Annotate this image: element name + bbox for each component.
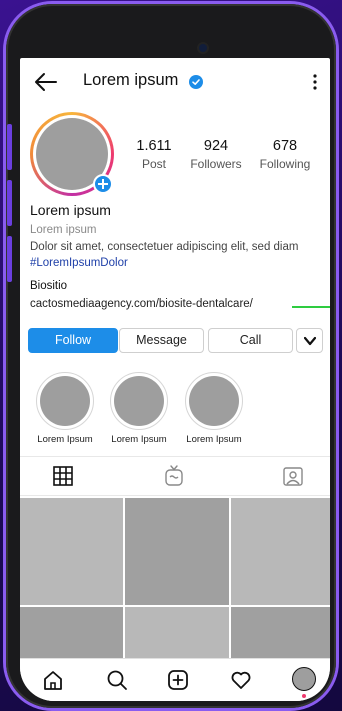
post-thumbnail[interactable] xyxy=(125,498,229,605)
add-post-icon[interactable] xyxy=(167,669,189,691)
back-arrow-icon[interactable] xyxy=(34,72,58,92)
tagged-icon[interactable] xyxy=(282,465,304,487)
front-camera xyxy=(199,44,207,52)
content-tabs xyxy=(20,456,330,496)
bio-hashtag-link[interactable]: #LoremIpsumDolor xyxy=(30,257,128,269)
highlight-cover xyxy=(114,376,164,426)
stat-label: Followers xyxy=(190,157,242,171)
suggested-accounts-button[interactable] xyxy=(296,328,323,353)
phone-side-button xyxy=(7,180,12,226)
profile-avatar[interactable] xyxy=(292,667,316,691)
add-story-icon[interactable] xyxy=(93,174,113,194)
heart-icon[interactable] xyxy=(230,669,252,691)
phone-screen: Lorem ipsum 1.611 Post 924 Followers 678… xyxy=(20,58,330,701)
post-thumbnail[interactable] xyxy=(231,498,330,605)
active-tab-indicator xyxy=(302,694,306,698)
profile-category: Lorem ipsum xyxy=(30,224,97,236)
highlight-label: Lorem Ipsum xyxy=(111,434,167,445)
stat-value: 678 xyxy=(272,138,298,154)
post-thumbnail[interactable] xyxy=(20,498,123,605)
profile-name: Lorem ipsum xyxy=(30,202,111,218)
link-pointer-line xyxy=(292,306,330,308)
stat-followers[interactable]: 924 Followers xyxy=(186,138,246,171)
website-title: Biositio xyxy=(30,280,68,292)
follow-button[interactable]: Follow xyxy=(28,328,118,353)
stat-label: Following xyxy=(259,157,311,171)
call-button[interactable]: Call xyxy=(208,328,293,353)
story-highlight[interactable] xyxy=(36,372,94,430)
bio-text: Dolor sit amet, consectetuer adipiscing … xyxy=(30,241,299,253)
stat-posts[interactable]: 1.611 Post xyxy=(129,138,179,171)
search-icon[interactable] xyxy=(106,669,128,691)
highlight-cover xyxy=(189,376,239,426)
profile-bio: Dolor sit amet, consectetuer adipiscing … xyxy=(30,239,322,271)
igtv-icon[interactable] xyxy=(163,465,185,487)
stat-label: Post xyxy=(141,157,166,171)
website-link[interactable]: cactosmediaagency.com/biosite-dentalcare… xyxy=(30,298,253,310)
home-icon[interactable] xyxy=(42,669,64,691)
story-highlight[interactable] xyxy=(185,372,243,430)
message-button[interactable]: Message xyxy=(119,328,204,353)
highlight-label: Lorem Ipsum xyxy=(186,434,242,445)
post-thumbnail[interactable] xyxy=(125,607,229,658)
story-highlight[interactable] xyxy=(110,372,168,430)
bottom-navigation xyxy=(20,658,330,701)
post-thumbnail[interactable] xyxy=(231,607,330,658)
stat-following[interactable]: 678 Following xyxy=(254,138,316,171)
profile-username: Lorem ipsum xyxy=(83,71,179,89)
chevron-down-icon xyxy=(304,336,316,346)
post-thumbnail[interactable] xyxy=(20,607,123,658)
highlight-cover xyxy=(40,376,90,426)
stat-value: 924 xyxy=(203,138,229,154)
more-options-icon[interactable] xyxy=(312,72,318,92)
stat-value: 1.611 xyxy=(136,138,172,154)
profile-header: Lorem ipsum xyxy=(20,58,330,106)
phone-side-button xyxy=(7,236,12,282)
phone-side-button xyxy=(7,124,12,170)
posts-grid xyxy=(20,498,330,658)
grid-icon[interactable] xyxy=(52,465,74,487)
verified-badge-icon xyxy=(189,75,203,89)
highlight-label: Lorem Ipsum xyxy=(37,434,93,445)
